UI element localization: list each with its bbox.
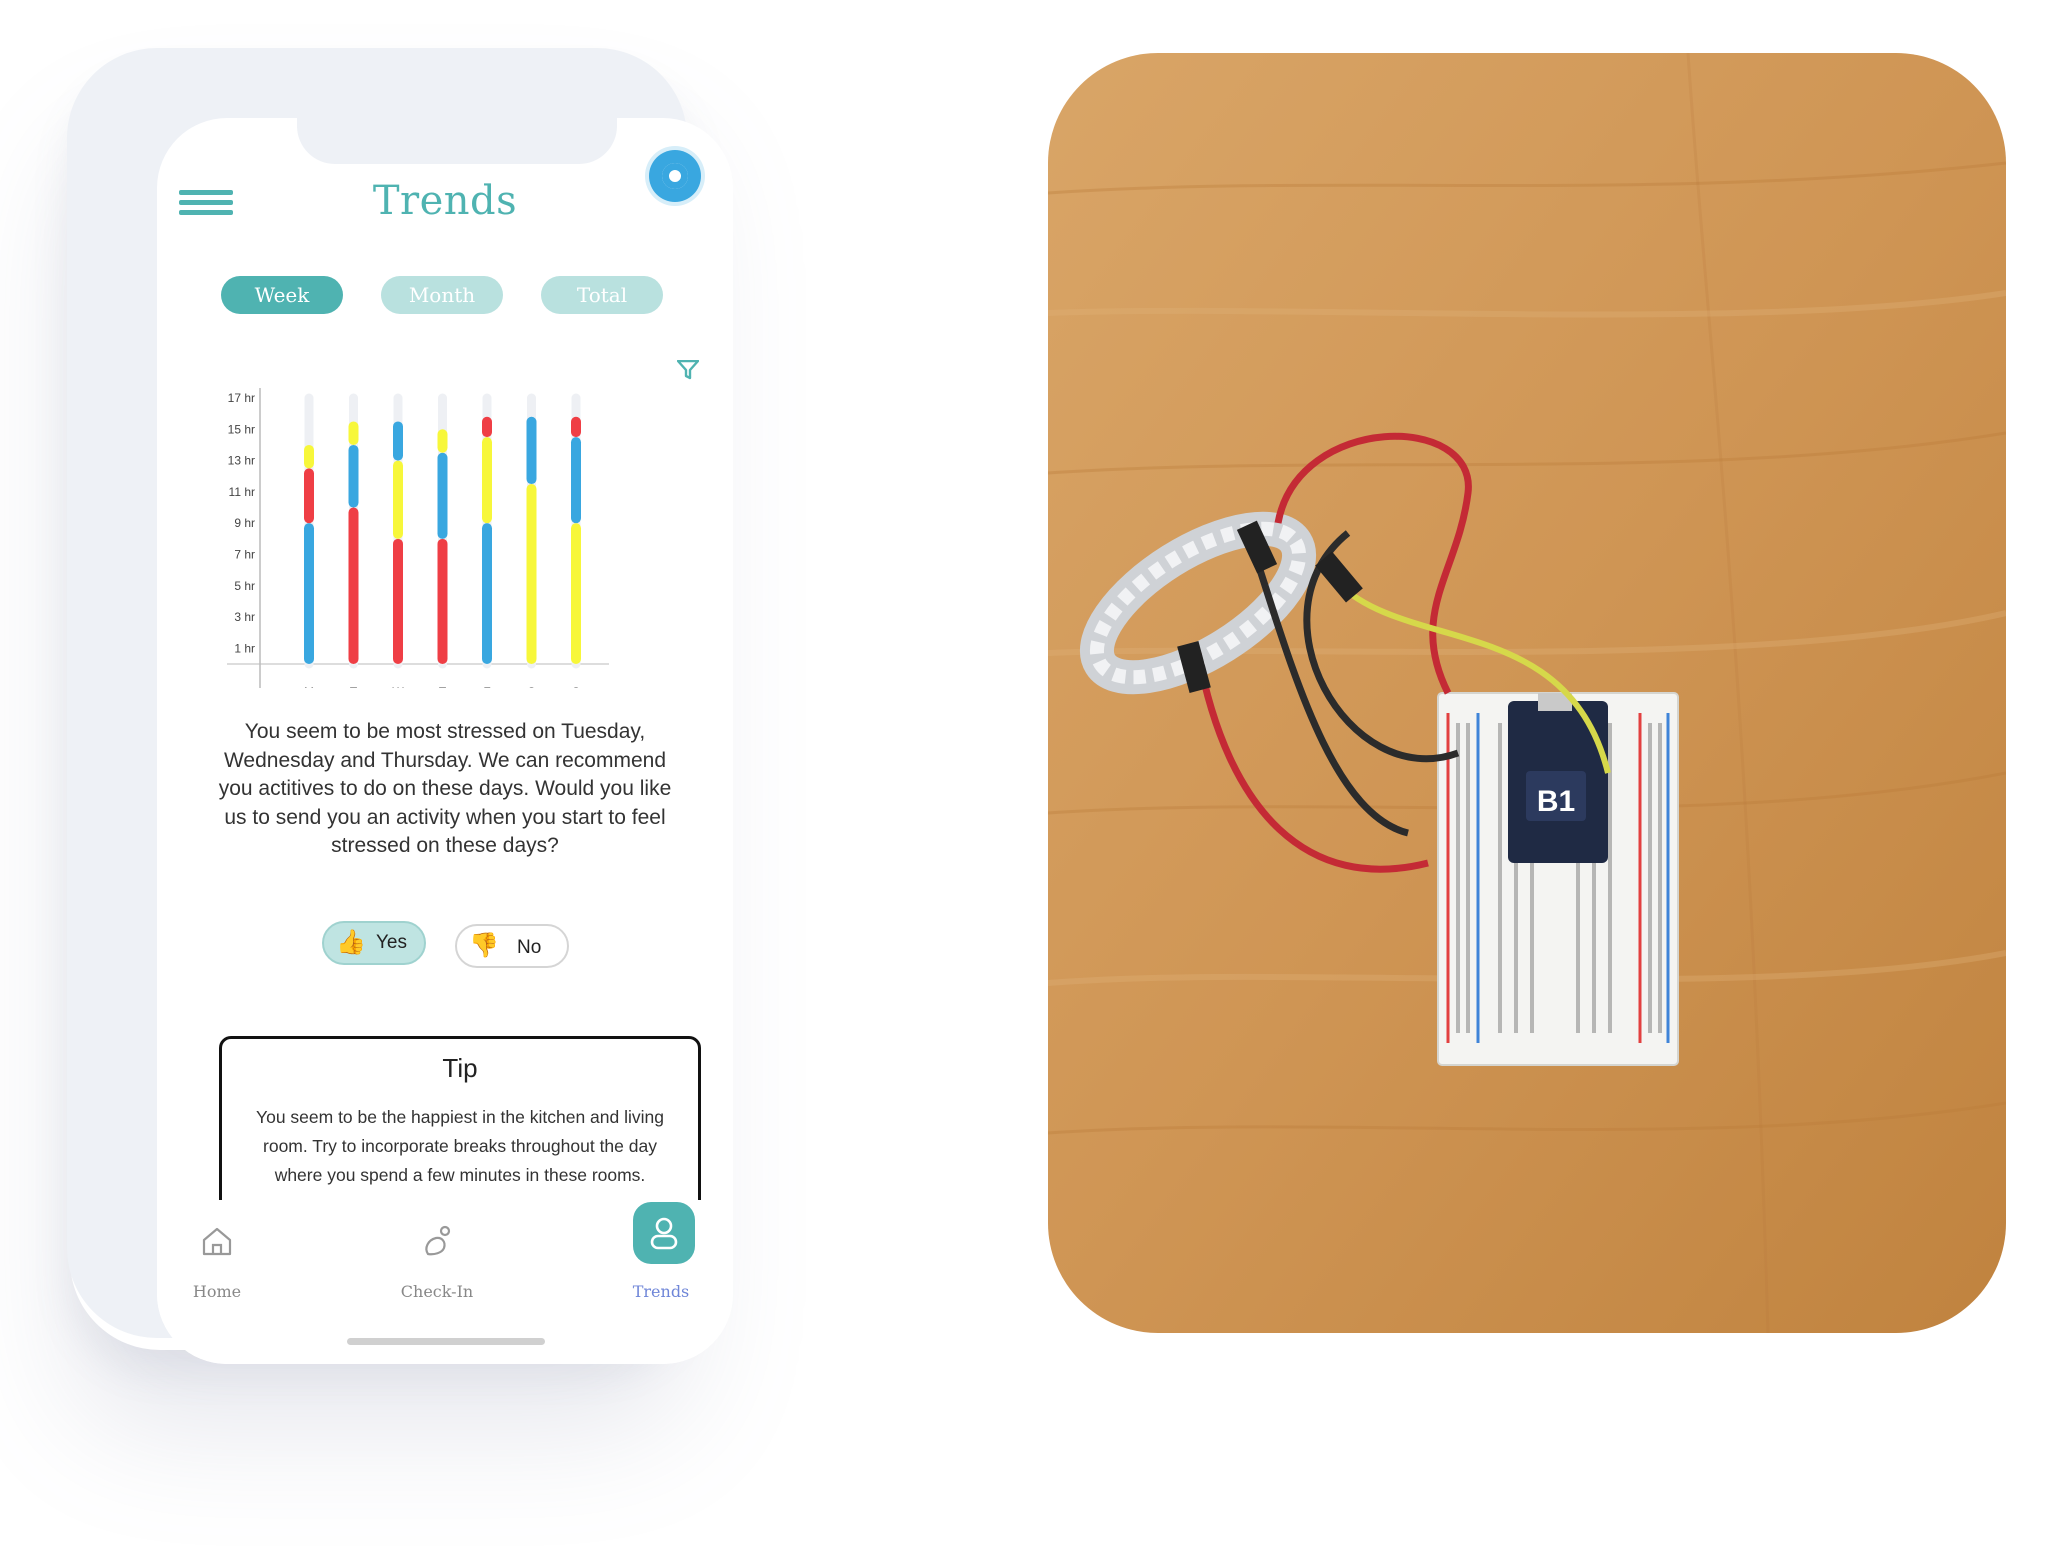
bar-segment <box>482 523 492 664</box>
y-tick-label: 15 hr <box>228 422 255 436</box>
check-in-icon <box>425 1225 451 1256</box>
bar-segment <box>526 416 537 485</box>
no-label: No <box>517 937 542 958</box>
bar-segment <box>482 437 492 524</box>
thumbs-up-icon: 👍 <box>336 929 366 956</box>
x-tick-label: S <box>527 685 535 688</box>
y-tick-label: 9 hr <box>234 516 255 530</box>
stress-question-text: You seem to be most stressed on Tuesday,… <box>218 720 672 857</box>
bar-segment <box>437 538 448 664</box>
bar-segment <box>571 416 581 438</box>
x-tick-label: F <box>483 685 490 688</box>
y-tick-label: 13 hr <box>228 454 255 468</box>
yes-label: Yes <box>376 932 407 953</box>
x-tick-label: S <box>572 685 580 688</box>
no-button[interactable]: 👎 No <box>455 924 569 968</box>
bar-segment <box>526 484 537 664</box>
user-icon <box>633 1202 695 1264</box>
nav-label-home: Home <box>192 1282 242 1301</box>
y-tick-label: 1 hr <box>234 641 255 655</box>
x-tick-label: W <box>392 685 404 688</box>
y-tick-label: 3 hr <box>234 610 255 624</box>
bar-segment <box>571 437 581 524</box>
x-tick-label: M <box>304 685 314 688</box>
phone-screen: Trends Week Month Total 1 hr 3 hr 5 hr 7 hr… <box>157 118 733 1364</box>
y-tick-label: 7 hr <box>234 547 255 561</box>
phone-notch <box>297 118 617 164</box>
bar-segment <box>348 507 359 664</box>
bar-segment <box>348 421 359 445</box>
y-tick-label: 11 hr <box>229 485 255 499</box>
tip-title: Tip <box>442 1053 478 1083</box>
y-tick-label: 17 hr <box>228 391 255 405</box>
thumbs-down-icon: 👎 <box>469 932 499 959</box>
home-indicator <box>347 1338 545 1345</box>
tab-total[interactable]: Total <box>541 276 663 314</box>
tab-month[interactable]: Month <box>381 276 503 314</box>
x-tick-label: T <box>350 685 358 688</box>
prototype-photo: B1 <box>1048 53 2006 1333</box>
tip-body: You seem to be the happiest in the kitch… <box>256 1107 664 1185</box>
bar-segment <box>304 444 314 469</box>
bar-segment <box>304 523 314 664</box>
y-tick-label: 5 hr <box>234 579 255 593</box>
nav-label-check-in: Check-In <box>400 1282 474 1301</box>
x-tick-label: T <box>439 685 447 688</box>
bar-segment <box>437 452 448 539</box>
board-label: B1 <box>1537 785 1575 818</box>
bar-segment <box>304 468 314 524</box>
bar-segment <box>437 429 448 453</box>
bar-segment <box>393 460 403 539</box>
bar-segment <box>482 416 492 438</box>
bar-segment <box>571 523 581 664</box>
tab-week[interactable]: Week <box>221 276 343 314</box>
bar-segment <box>348 444 359 508</box>
breadboard-photo: B1 <box>1048 53 2006 1333</box>
filter-icon[interactable] <box>677 360 699 380</box>
phone-frame: Trends Week Month Total 1 hr 3 hr 5 hr 7 hr… <box>67 48 733 1364</box>
page-title: Trends <box>372 178 518 224</box>
nav-label-trends: Trends <box>632 1282 690 1301</box>
yes-button[interactable]: 👍 Yes <box>322 921 426 965</box>
bar-segment <box>393 421 403 461</box>
home-icon <box>202 1227 232 1256</box>
status-ring-icon[interactable] <box>649 150 701 202</box>
weekly-stress-chart: 1 hr 3 hr 5 hr 7 hr 9 hr 11 hr 13 hr 15 hr 17 hr… <box>227 388 609 688</box>
bar-segment <box>393 538 403 664</box>
